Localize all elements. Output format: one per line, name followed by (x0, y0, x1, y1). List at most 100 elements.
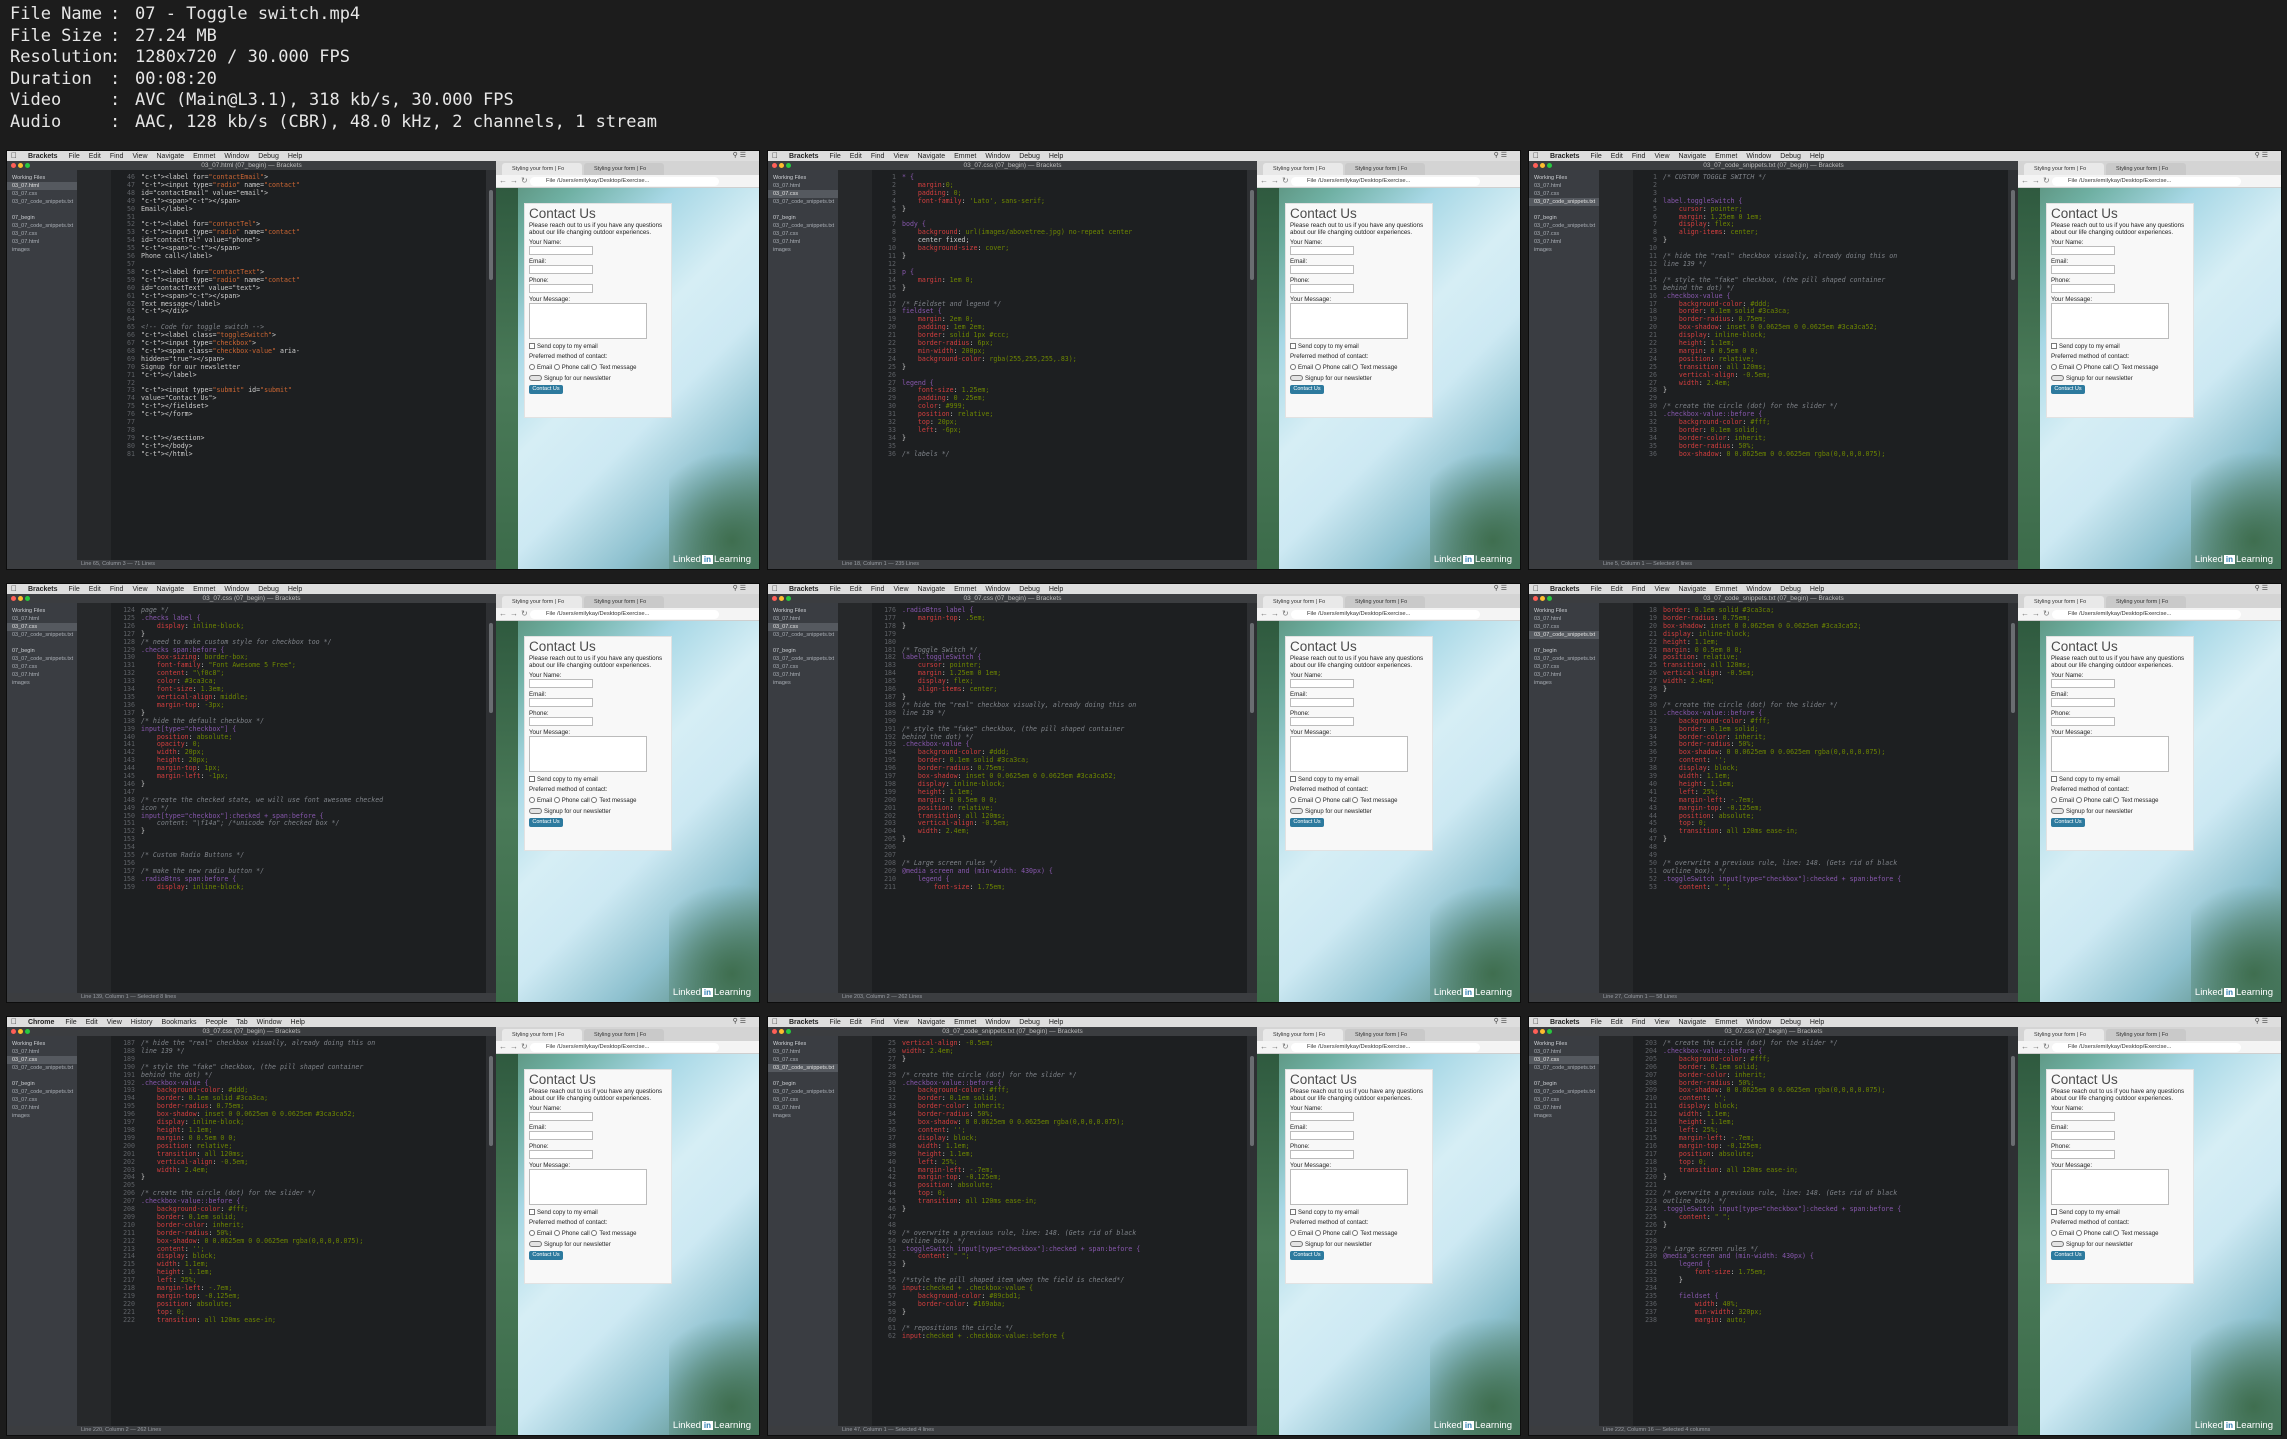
menu-item[interactable]: Debug (1019, 1019, 1040, 1026)
name-field[interactable] (2051, 1112, 2115, 1121)
code-line[interactable]: 56 Phone call</label> (127, 252, 486, 261)
radio-icon[interactable] (1290, 364, 1296, 370)
radio-icon[interactable] (2113, 1230, 2120, 1236)
browser-tab[interactable]: Styling your form | Fo (502, 1029, 582, 1041)
menu-item[interactable]: Debug (258, 586, 279, 593)
code-line[interactable]: 9} (1653, 236, 2008, 245)
name-field[interactable] (529, 1112, 593, 1121)
code-line[interactable]: 220} (1645, 1173, 2008, 1182)
menu-item[interactable]: Emmet (1715, 1019, 1737, 1026)
send-copy-checkbox[interactable]: Send copy to my email (1286, 1209, 1432, 1216)
menu-items[interactable]: File Edit Find View Navigate Emmet Window Debug… (1590, 1019, 1833, 1026)
menu-item[interactable]: Debug (1780, 1019, 1801, 1026)
code-area[interactable]: 176 .radioBtns label {177 margin-top: .5e… (872, 603, 1247, 993)
apple-icon[interactable]:  (1533, 151, 1539, 160)
menu-item[interactable]: Help (1049, 1019, 1063, 1026)
code-line[interactable]: 189 line 139 */ (884, 709, 1247, 718)
message-field[interactable] (529, 1169, 647, 1205)
browser-tab[interactable]: Styling your form | Fo (2106, 1029, 2186, 1041)
sidebar-file[interactable]: 03_07.css (1529, 1096, 1599, 1104)
sidebar-file[interactable]: 03_07.html (1529, 182, 1599, 190)
sidebar-heading[interactable]: Working Files (1529, 174, 1599, 182)
app-name[interactable]: Brackets (1550, 586, 1580, 593)
browser-tab[interactable]: Styling your form | Fo (1263, 596, 1343, 608)
menu-item[interactable]: View (1654, 1019, 1669, 1026)
menu-item[interactable]: Help (1810, 586, 1824, 593)
menu-items[interactable]: File Edit Find View Navigate Emmet Window Debug… (829, 1019, 1072, 1026)
sidebar-file[interactable]: 03_07.html (7, 671, 77, 679)
code-line[interactable]: 178} (884, 622, 1247, 631)
code-line[interactable]: 62 Text message</label> (127, 300, 486, 309)
toggle-switch-icon[interactable] (529, 375, 542, 381)
minimize-window-icon[interactable] (779, 596, 784, 601)
code-area[interactable]: 203/* create the circle (dot) for the sl… (1633, 1036, 2008, 1426)
contact-method-radios[interactable]: Email Phone call Text message (2047, 797, 2193, 804)
code-line[interactable]: 217 position: absolute; (1645, 1150, 2008, 1159)
newsletter-toggle[interactable]: Signup for our newsletter (2047, 808, 2193, 815)
sidebar-file[interactable]: 03_07.html (1529, 615, 1599, 623)
editor-scrollbar[interactable] (2008, 170, 2018, 560)
menu-item[interactable]: Find (110, 153, 124, 160)
code-line[interactable]: 27} (888, 1055, 1247, 1064)
menu-item[interactable]: Navigate (157, 586, 185, 593)
sidebar-file[interactable]: images (768, 679, 838, 687)
menu-item[interactable]: Emmet (1715, 153, 1737, 160)
code-line[interactable]: 233 } (1645, 1276, 2008, 1285)
radio-icon[interactable] (2075, 1230, 2082, 1236)
sidebar-heading[interactable]: 07_begin (768, 214, 838, 222)
editor-scrollbar[interactable] (1247, 1036, 1257, 1426)
close-window-icon[interactable] (772, 163, 777, 168)
radio-icon[interactable] (2113, 797, 2120, 803)
menu-item[interactable]: Edit (1611, 586, 1623, 593)
apple-icon[interactable]:  (11, 1017, 17, 1026)
close-window-icon[interactable] (11, 163, 16, 168)
menu-item[interactable]: Emmet (193, 586, 215, 593)
code-line[interactable]: 53} (888, 1260, 1247, 1269)
sidebar-file[interactable]: 03_07.css (1529, 190, 1599, 198)
code-line[interactable]: 46} (888, 1205, 1247, 1214)
radio-icon[interactable] (2051, 1230, 2057, 1236)
menu-item[interactable]: Navigate (1679, 1019, 1707, 1026)
menu-item[interactable]: View (893, 153, 908, 160)
code-line[interactable]: 44 position: absolute; (1649, 812, 2008, 821)
menu-item[interactable]: Find (110, 586, 124, 593)
code-line[interactable]: 14 margin: 1em 0; (888, 276, 1247, 285)
sidebar-file[interactable]: 03_07.css (768, 1096, 838, 1104)
nav-arrows-icon[interactable]: ←→↻ (2021, 1042, 2053, 1051)
radio-icon[interactable] (1352, 364, 1359, 370)
sidebar-file[interactable]: 03_07.css (768, 190, 838, 198)
code-line[interactable]: 36 /* labels */ (888, 450, 1247, 459)
nav-arrows-icon[interactable]: ←→↻ (1260, 609, 1292, 618)
send-copy-checkbox[interactable]: Send copy to my email (525, 1209, 671, 1216)
nav-arrows-icon[interactable]: ←→↻ (2021, 176, 2053, 185)
maximize-window-icon[interactable] (1547, 163, 1552, 168)
sidebar-file[interactable]: 03_07.css (1529, 663, 1599, 671)
menu-item[interactable]: View (1654, 153, 1669, 160)
maximize-window-icon[interactable] (1547, 1029, 1552, 1034)
apple-icon[interactable]:  (1533, 584, 1539, 593)
menu-item[interactable]: File (65, 1019, 76, 1026)
code-line[interactable]: 43 position: absolute; (888, 1181, 1247, 1190)
code-line[interactable]: 159 display: inline-block; (123, 883, 486, 892)
sidebar-heading[interactable]: 07_begin (1529, 1080, 1599, 1088)
radio-icon[interactable] (1352, 1230, 1359, 1236)
sidebar-file[interactable]: 03_07_code_snippets.txt (7, 655, 77, 663)
menu-item[interactable]: View (132, 586, 147, 593)
code-line[interactable]: 17/* Fieldset and legend */ (888, 300, 1247, 309)
email-field[interactable] (529, 698, 593, 707)
newsletter-toggle[interactable]: Signup for our newsletter (1286, 375, 1432, 382)
menu-item[interactable]: Emmet (954, 153, 976, 160)
menu-item[interactable]: Find (871, 586, 885, 593)
browser-tab[interactable]: Styling your form | Fo (584, 163, 664, 175)
code-line[interactable]: 203 width: 2.4em; (123, 1166, 486, 1175)
sidebar-file[interactable]: images (768, 1112, 838, 1120)
sidebar-file[interactable]: 03_07.css (768, 1056, 838, 1064)
apple-icon[interactable]:  (1533, 1017, 1539, 1026)
menu-item[interactable]: Edit (850, 586, 862, 593)
email-field[interactable] (2051, 698, 2115, 707)
radio-icon[interactable] (1290, 1230, 1296, 1236)
code-line[interactable]: 2 (1653, 181, 2008, 190)
browser-tab[interactable]: Styling your form | Fo (502, 163, 582, 175)
browser-tab[interactable]: Styling your form | Fo (2024, 163, 2104, 175)
code-line[interactable]: 177 margin-top: .5em; (884, 614, 1247, 623)
